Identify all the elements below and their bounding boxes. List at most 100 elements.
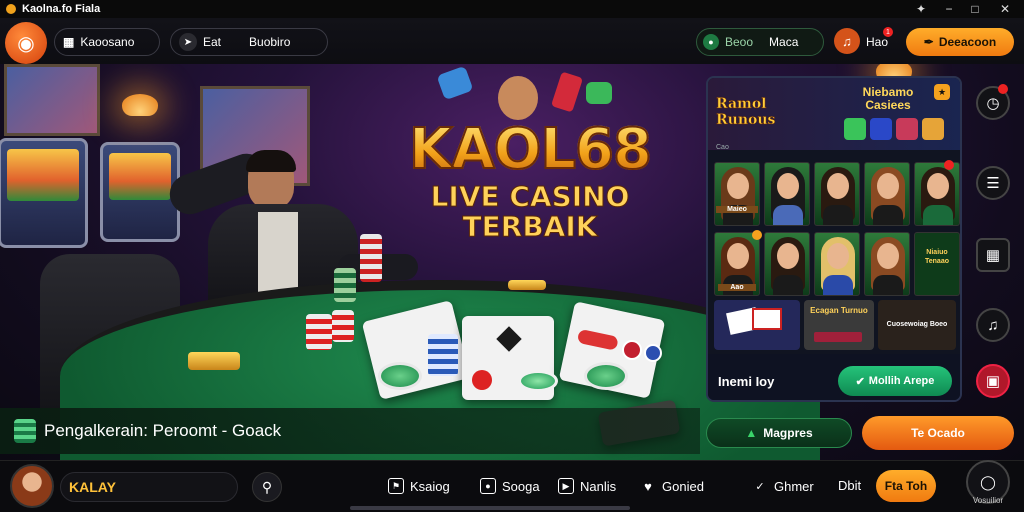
wallet-value: Maca — [769, 35, 799, 49]
logo-button[interactable]: ◉ — [5, 22, 47, 64]
chat-browse-pill[interactable]: ➤ Eat Buobiro — [170, 28, 328, 56]
nav-item-5[interactable]: ✓ Ghmer — [752, 478, 814, 494]
table-plate — [188, 352, 240, 370]
heart-icon: ♥ — [644, 478, 652, 494]
pin-icon[interactable]: ✦ — [908, 0, 934, 18]
grid-icon: ▦ — [985, 247, 1001, 264]
primary-action-label: Te Ocado — [911, 426, 965, 440]
user-pill[interactable]: KALAY — [60, 472, 238, 502]
chat-label[interactable]: Eat — [203, 35, 221, 49]
checkmark-icon: ✔ — [855, 375, 865, 388]
history-icon: ◷ — [986, 95, 1000, 112]
promo-tile[interactable]: Cuosewoiag Boeo — [878, 300, 956, 350]
rail-grid-button[interactable]: ▦ — [976, 238, 1010, 272]
nav-item-4[interactable]: ♥ Gonied — [640, 478, 704, 494]
chips-icon — [14, 419, 36, 443]
game-lobby-panel: Ramol Runous Niebamo Casiees ★ Cao Maieo… — [706, 76, 962, 402]
gift-icon: ▣ — [985, 373, 1001, 390]
rail-badge — [998, 84, 1008, 94]
info-icon[interactable]: ★ — [934, 84, 950, 100]
tile-caption: Cuosewoiag Boeo — [886, 321, 948, 328]
thumbnail-caption: Maieo — [716, 206, 758, 213]
table-plate — [508, 280, 546, 290]
nav-label: Gonied — [662, 478, 704, 494]
game-thumb-mini[interactable] — [870, 118, 892, 140]
play-icon: ▶ — [558, 478, 574, 494]
notifications-label: Hao — [866, 35, 889, 49]
wallet-pill[interactable]: ● Beoo Maca — [696, 28, 824, 56]
dealer-thumbnail[interactable] — [864, 232, 910, 296]
panel-logo-text: Ramol Runous — [716, 96, 776, 129]
app-root: Kaolna.fo Fiala ✦ − □ ✕ ◉ ▦ Kaoosano ➤ E… — [0, 0, 1024, 512]
notifications-button[interactable]: ♫ — [834, 28, 860, 54]
dealer-thumbnail[interactable] — [764, 162, 810, 226]
dealer-thumbnail[interactable] — [764, 232, 810, 296]
check-icon: ✓ — [755, 480, 765, 493]
nav-item-2[interactable]: ● Sooga — [480, 478, 540, 494]
tile-caption: Ecagan Turnuo — [810, 306, 868, 315]
dealer-thumbnail[interactable] — [864, 162, 910, 226]
promo-text: Pengalkerain: Peroomt - Goack — [44, 421, 282, 440]
rail-sound-button[interactable]: ♫ — [976, 308, 1010, 342]
chip-logo-icon: ◉ — [17, 32, 35, 55]
nav-item-3[interactable]: ▶ Nanlis — [558, 478, 616, 494]
user-icon: ◯ — [980, 473, 996, 490]
deposit-icon: ✒ — [923, 35, 934, 49]
close-button[interactable]: ✕ — [992, 0, 1018, 18]
maximize-button[interactable]: □ — [962, 0, 988, 18]
live-badge — [944, 160, 954, 170]
search-button[interactable]: ⚲ — [252, 472, 282, 502]
panel-small-tag: Cao — [716, 144, 729, 151]
rail-gift-button[interactable]: ▣ — [976, 364, 1010, 398]
wallet-icon: ● — [703, 34, 719, 50]
profile-label: Vosuilior — [972, 496, 1004, 505]
chip — [644, 344, 662, 362]
secondary-action-button[interactable]: ▲ Magpres — [706, 418, 852, 448]
chip-stack — [306, 314, 332, 350]
hero-title: KAOL68 — [380, 117, 680, 183]
panel-action-button[interactable]: ✔ Mollih Arepe — [838, 366, 952, 396]
brand-pill[interactable]: ▦ Kaoosano — [54, 28, 160, 56]
hostess-figure — [498, 76, 538, 120]
dealer-thumbnail[interactable] — [714, 162, 760, 226]
panel-action-label: Mollih Arepe — [868, 375, 935, 387]
nav-label: Sooga — [502, 478, 540, 494]
chat-icon: ➤ — [179, 33, 197, 51]
thumbnail-caption: Niaiuo Tenaao — [925, 249, 949, 265]
browse-label[interactable]: Buobiro — [249, 35, 290, 49]
flag-icon: ⚑ — [388, 478, 404, 494]
game-thumb-mini[interactable] — [896, 118, 918, 140]
card-icon — [550, 71, 584, 113]
scroll-indicator[interactable] — [350, 506, 630, 510]
bottom-cta-label: Fta Toh — [884, 479, 928, 493]
bottom-cta-button[interactable]: Fta Toh — [876, 470, 936, 502]
brand-icon: ▦ — [63, 35, 75, 49]
dealer-thumbnail[interactable] — [814, 232, 860, 296]
lock-icon: ● — [480, 478, 496, 494]
wall-poster — [4, 64, 100, 136]
promo-tile[interactable]: Ecagan Turnuo — [804, 300, 874, 350]
chip-stack — [334, 268, 356, 302]
minimize-button[interactable]: − — [936, 0, 962, 18]
deposit-button[interactable]: ✒ Deeacoon — [906, 28, 1014, 56]
window-title: Kaolna.fo Fiala — [22, 3, 101, 15]
dice-icon — [586, 82, 612, 104]
rail-chat-button[interactable]: ☰ — [976, 166, 1010, 200]
game-thumb-mini[interactable] — [922, 118, 944, 140]
notification-badge: 1 — [883, 27, 893, 37]
cards-tile[interactable] — [714, 300, 800, 350]
chip — [622, 340, 642, 360]
nav-item-1[interactable]: ⚑ Ksaiog — [388, 478, 450, 494]
dealer-thumbnail[interactable] — [814, 162, 860, 226]
primary-action-button[interactable]: Te Ocado — [862, 416, 1014, 450]
avatar[interactable] — [10, 464, 54, 508]
chip-stack — [428, 334, 458, 376]
extra-label[interactable]: Dbit — [838, 478, 861, 493]
chip-stack — [332, 310, 354, 342]
nav-label: Ghmer — [774, 478, 814, 494]
slot-machine — [0, 138, 88, 248]
chat-bubble-icon: ☰ — [986, 175, 1000, 192]
dealer-thumbnail[interactable] — [914, 162, 960, 226]
game-thumb-mini[interactable] — [844, 118, 866, 140]
secondary-action-label: Magpres — [763, 426, 813, 440]
